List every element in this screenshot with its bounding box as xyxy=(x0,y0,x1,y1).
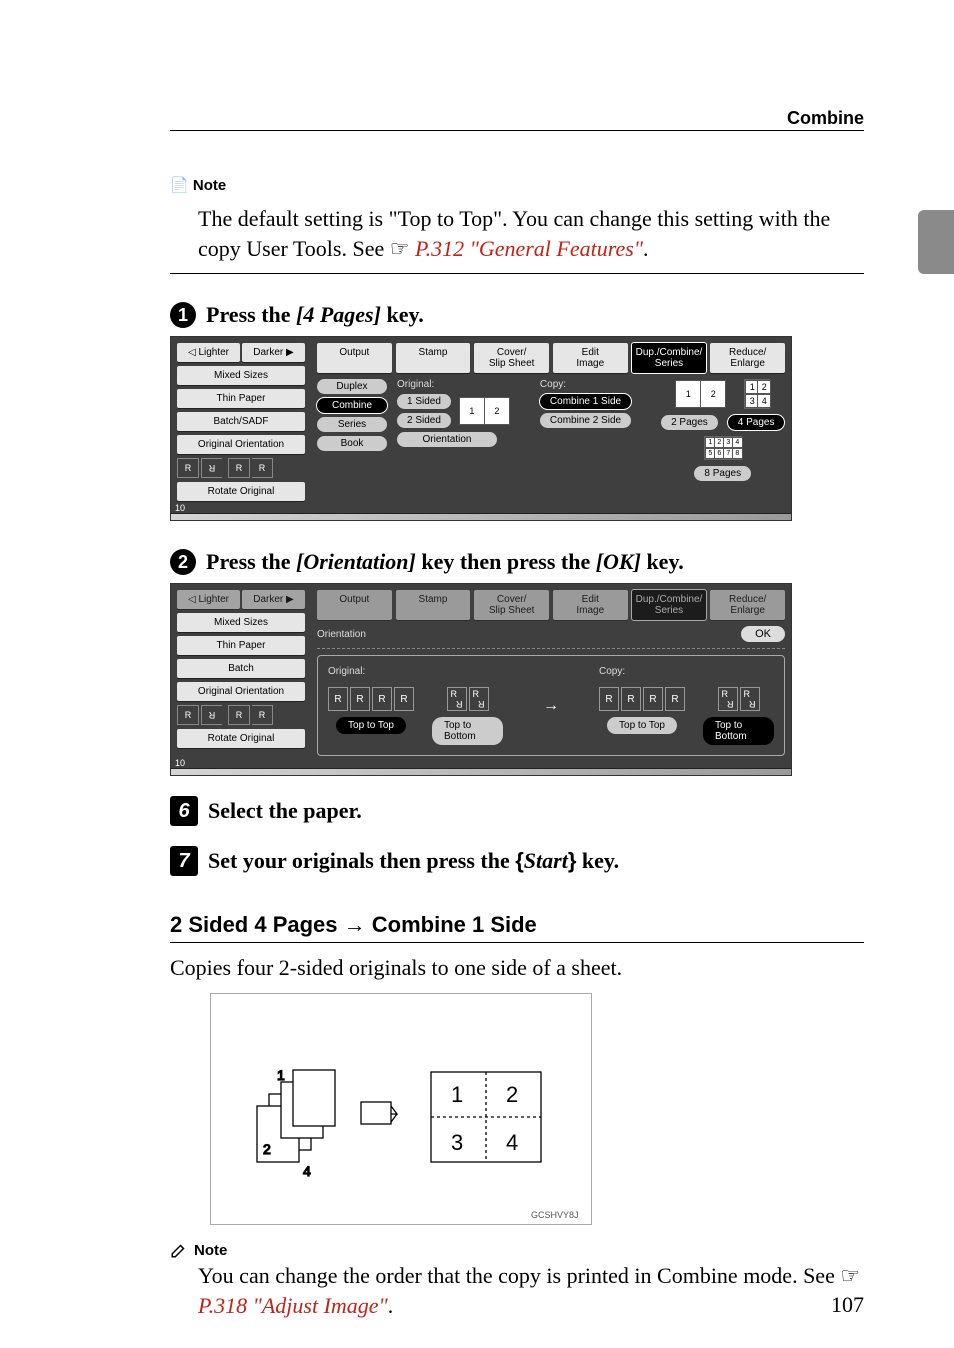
copy-top-to-top[interactable]: Top to Top xyxy=(607,717,677,734)
mode-series[interactable]: Series xyxy=(317,417,387,432)
svg-text:4: 4 xyxy=(303,1163,311,1179)
orig-2sided[interactable]: 2 Sided xyxy=(397,413,451,428)
lighter-button[interactable]: ◁ Lighter xyxy=(177,343,240,362)
orientation-panel: Original: RRRR Top to Top Top to Bottom xyxy=(317,655,785,756)
darker-button[interactable]: Darker ▶ xyxy=(242,590,305,609)
darker-button[interactable]: Darker ▶ xyxy=(242,343,305,362)
tab-edit[interactable]: Edit Image xyxy=(553,343,628,373)
pages-8[interactable]: 8 Pages xyxy=(694,466,751,481)
status-bar xyxy=(171,513,791,520)
xref-adjust-image[interactable]: P.318 "Adjust Image" xyxy=(198,1293,388,1318)
mode-duplex[interactable]: Duplex xyxy=(317,379,387,394)
pages-4[interactable]: 4 Pages xyxy=(728,415,785,430)
tab-output[interactable]: Output xyxy=(317,343,392,373)
tab-reduce[interactable]: Reduce/ Enlarge xyxy=(710,343,785,373)
note-body: The default setting is "Top to Top". You… xyxy=(198,204,864,263)
screenshot-1: ◁ Lighter Darker ▶ Mixed Sizes Thin Pape… xyxy=(170,336,792,521)
copy-top-to-bottom[interactable]: Top to Bottom xyxy=(703,717,774,745)
running-head: Combine xyxy=(787,108,864,129)
screenshot-2: ◁ Lighter Darker ▶ Mixed Sizes Thin Pape… xyxy=(170,583,792,776)
tab-cover[interactable]: Cover/ Slip Sheet xyxy=(474,343,549,373)
step-number-icon: 6 xyxy=(170,796,198,826)
page-number: 107 xyxy=(831,1292,864,1318)
step-number-icon: 7 xyxy=(170,846,198,876)
header-rule xyxy=(170,130,864,131)
thin-paper-button[interactable]: Thin Paper xyxy=(177,636,305,655)
step-2: 2 Press the [Orientation] key then press… xyxy=(170,549,864,575)
step-6: 6 Select the paper. xyxy=(170,796,864,826)
step-number-icon: 2 xyxy=(170,549,196,575)
arrow-icon: → xyxy=(543,697,559,715)
batch-button[interactable]: Batch xyxy=(177,659,305,678)
note-label: 📄 Note xyxy=(170,176,864,194)
original-orientation-button[interactable]: Original Orientation xyxy=(177,435,305,454)
svg-text:GCSHVY8J: GCSHVY8J xyxy=(531,1210,579,1220)
xref-general-features[interactable]: P.312 "General Features" xyxy=(415,236,643,261)
copy-1side[interactable]: Combine 1 Side xyxy=(540,394,631,409)
orientation-button[interactable]: Orientation xyxy=(397,432,497,447)
svg-text:2: 2 xyxy=(263,1141,271,1157)
status-bar xyxy=(171,768,791,775)
tab-dup-combine[interactable]: Dup./Combine/ Series xyxy=(632,343,707,373)
note-body-2: You can change the order that the copy i… xyxy=(198,1261,864,1320)
rotate-original-button[interactable]: Rotate Original xyxy=(177,482,305,501)
ok-button[interactable]: OK xyxy=(741,626,785,642)
note-label-2: Note xyxy=(170,1241,864,1259)
svg-text:1: 1 xyxy=(451,1082,463,1107)
svg-text:4: 4 xyxy=(506,1130,518,1155)
rule xyxy=(170,273,864,274)
thin-paper-button[interactable]: Thin Paper xyxy=(177,389,305,408)
svg-text:1: 1 xyxy=(277,1067,285,1083)
mode-book[interactable]: Book xyxy=(317,436,387,451)
rotate-original-button[interactable]: Rotate Original xyxy=(177,729,305,748)
svg-text:3: 3 xyxy=(451,1130,463,1155)
batch-sadf-button[interactable]: Batch/SADF xyxy=(177,412,305,431)
section-body: Copies four 2-sided originals to one sid… xyxy=(170,953,864,983)
rule xyxy=(170,942,864,943)
mode-combine[interactable]: Combine xyxy=(317,398,387,413)
tab-stamp[interactable]: Stamp xyxy=(396,343,471,373)
orig-top-to-top[interactable]: Top to Top xyxy=(336,717,406,734)
lighter-button[interactable]: ◁ Lighter xyxy=(177,590,240,609)
step-number-icon: 1 xyxy=(170,302,196,328)
mixed-sizes-button[interactable]: Mixed Sizes xyxy=(177,366,305,385)
mixed-sizes-button[interactable]: Mixed Sizes xyxy=(177,613,305,632)
orig-top-to-bottom[interactable]: Top to Bottom xyxy=(432,717,503,745)
pencil-icon xyxy=(170,1241,188,1259)
svg-text:2: 2 xyxy=(506,1082,518,1107)
orig-1sided[interactable]: 1 Sided xyxy=(397,394,451,409)
section-heading: 2 Sided 4 Pages → Combine 1 Side xyxy=(170,912,864,938)
combine-diagram: 1 3 2 4 1 2 3 4 GCSHVY8J xyxy=(210,993,592,1225)
step-7: 7 Set your originals then press the {Sta… xyxy=(170,846,864,876)
original-orientation-button[interactable]: Original Orientation xyxy=(177,682,305,701)
thumb-tab xyxy=(918,210,954,274)
step-1: 1 Press the [4 Pages] key. xyxy=(170,302,864,328)
pages-2[interactable]: 2 Pages xyxy=(661,415,718,430)
copy-2side[interactable]: Combine 2 Side xyxy=(540,413,631,428)
